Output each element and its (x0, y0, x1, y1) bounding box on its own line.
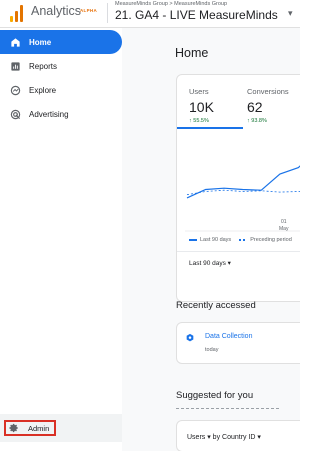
admin-label: Admin (28, 423, 50, 433)
sidebar-item-label: Reports (29, 61, 58, 71)
recent-item-name[interactable]: Data Collection (205, 333, 252, 340)
admin-button[interactable]: Admin (4, 420, 56, 436)
legend-previous: Preceding period (239, 237, 292, 243)
sidebar-nav: Home Reports Explore Advertising (0, 28, 122, 451)
sidebar-item-explore[interactable]: Explore (0, 78, 122, 102)
alpha-badge: ALPHA (80, 8, 97, 13)
overview-card: Users 10K ↑ 55.5% Conversions 62 ↑ 93.8%… (176, 74, 300, 302)
recent-item-card[interactable]: Data Collection today (176, 322, 300, 364)
metric-delta: ↑ 55.5% (189, 118, 209, 124)
app-name: Analytics (31, 4, 82, 18)
metric-value: 62 (247, 99, 263, 115)
recently-accessed-title: Recently accessed (176, 300, 256, 311)
gear-icon (9, 423, 18, 433)
analytics-logo[interactable] (10, 4, 24, 22)
sidebar-item-label: Home (29, 37, 52, 47)
x-tick-month: May (279, 226, 289, 232)
advertising-icon (10, 109, 21, 120)
header-divider (107, 3, 108, 23)
series-line-0 (186, 165, 300, 199)
sidebar-item-advertising[interactable]: Advertising (0, 102, 122, 126)
sidebar-item-label: Explore (29, 85, 57, 95)
x-tick-day: 01 (281, 219, 287, 225)
metric-label: Users (189, 87, 209, 96)
top-bar: Analytics ALPHA MeasureMinds Group > Mea… (0, 0, 300, 28)
sidebar-item-label: Advertising (29, 109, 69, 119)
account-breadcrumb[interactable]: MeasureMinds Group > MeasureMinds Group (115, 1, 227, 7)
date-range-dropdown[interactable]: Last 90 days ▾ (189, 259, 231, 267)
legend-current: Last 90 days (189, 237, 231, 243)
selected-metric-indicator (177, 127, 243, 129)
chart-legend: Last 90 days Preceding period (189, 237, 292, 243)
metric-delta: ↑ 93.8% (247, 118, 267, 124)
explore-icon (10, 85, 21, 96)
sidebar-item-reports[interactable]: Reports (0, 54, 122, 78)
reports-icon (10, 61, 21, 72)
chevron-down-icon[interactable]: ▾ (288, 8, 293, 19)
suggested-title-underline (176, 408, 279, 409)
suggested-card-text[interactable]: Users ▾ by Country ID ▾ (187, 433, 261, 441)
data-collection-icon (186, 333, 194, 342)
suggested-card[interactable]: Users ▾ by Country ID ▾ (176, 420, 300, 451)
main-content: Home Users 10K ↑ 55.5% Conversions 62 ↑ … (122, 28, 300, 451)
sidebar-item-home[interactable]: Home (0, 30, 122, 54)
page-title: Home (175, 46, 209, 60)
suggested-title: Suggested for you (176, 390, 254, 401)
metric-value: 10K (189, 99, 214, 115)
recent-item-time: today (205, 347, 219, 353)
metric-users[interactable]: Users 10K ↑ 55.5% (189, 87, 214, 124)
home-icon (10, 37, 21, 48)
metric-label: Conversions (247, 87, 289, 96)
card-divider (177, 251, 300, 252)
property-selector[interactable]: 21. GA4 - LIVE MeasureMinds (115, 8, 278, 22)
metric-conversions[interactable]: Conversions 62 ↑ 93.8% (247, 87, 289, 124)
